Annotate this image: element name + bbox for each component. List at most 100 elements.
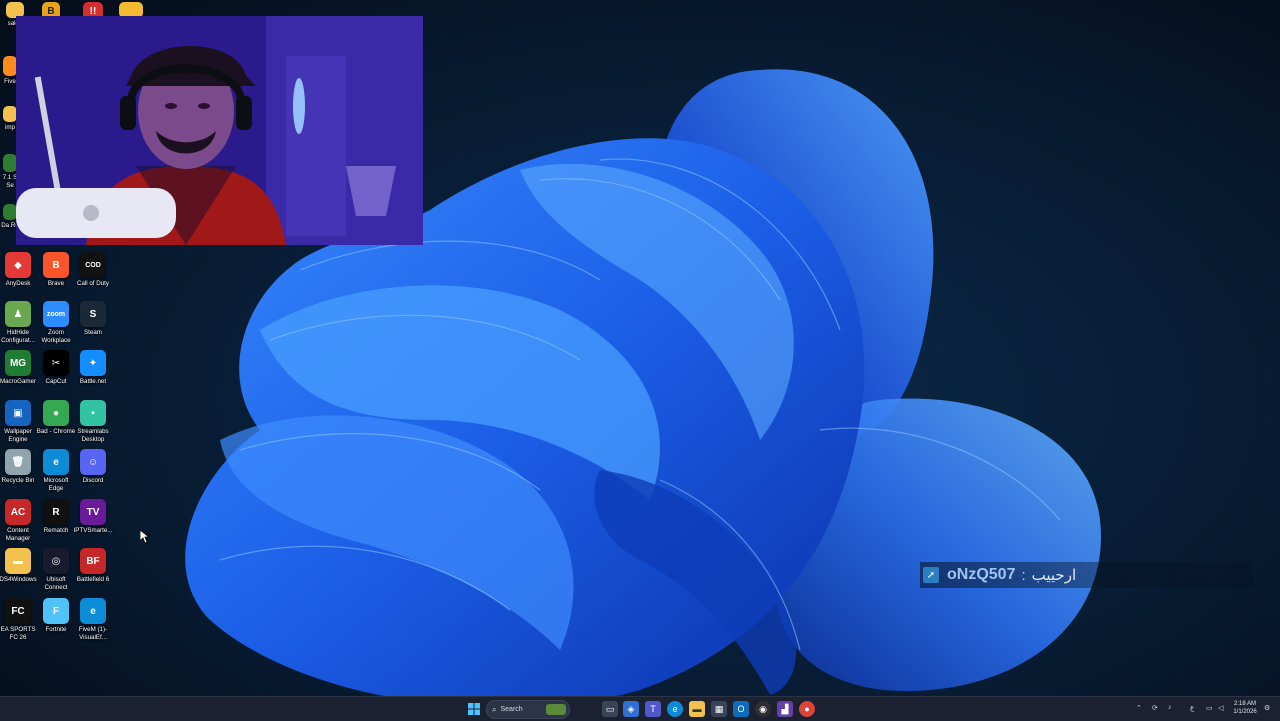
desktop-icon[interactable]: ▬ DS4Windows (0, 548, 38, 584)
desktop-icon[interactable]: FC EA SPORTS FC 26 (0, 598, 38, 641)
desktop-icon[interactable]: e FiveM (1)-VisualEf... (73, 598, 113, 641)
desktop-icon[interactable]: ◎ Ubisoft Connect (36, 548, 76, 591)
app-icon (3, 154, 17, 172)
steam-icon: S (80, 301, 106, 327)
desktop-icon[interactable]: ▪ Streamlabs Desktop (73, 400, 113, 443)
desktop-icon-label: Zoom Workplace (41, 329, 71, 344)
chat-badge-icon: ➚ (923, 567, 939, 583)
desktop-icon[interactable]: ▣ Wallpaper Engine (0, 400, 38, 443)
desktop-icon-label: DS4Windows (0, 576, 37, 583)
ea-fc-icon: FC (5, 598, 31, 624)
desktop-icon[interactable]: ✂ CapCut (36, 350, 76, 386)
desktop-icon[interactable]: B Brave (36, 252, 76, 288)
discord-icon: ☺ (80, 449, 106, 475)
zoom-icon: zoom (43, 301, 69, 327)
chat-separator: : (1021, 566, 1026, 584)
task-view-button[interactable]: ▭ (602, 701, 618, 717)
desktop-icon[interactable]: TV IPTVSmarte... (73, 499, 113, 535)
wallpaper-engine-icon: ▣ (5, 400, 31, 426)
folder-icon: ▬ (5, 548, 31, 574)
desktop-icon-label: EA SPORTS FC 26 (0, 626, 36, 641)
desktop-icon[interactable]: COD Call of Duty (73, 252, 113, 288)
tray-volume-icon[interactable]: ◁ (1218, 704, 1223, 712)
desktop-icon-label: Microsoft Edge (43, 477, 69, 492)
macrogamer-icon: MG (5, 350, 31, 376)
desktop-icon-label: MacroGamer (0, 378, 37, 385)
taskbar-search-box[interactable]: ⌕ Search (486, 700, 570, 719)
desktop-icon[interactable]: BF Battlefield 6 (73, 548, 113, 584)
chat-message-text: ارحييب (1031, 566, 1077, 584)
desktop-icon-label: CapCut (45, 378, 67, 385)
desktop-icon[interactable]: AC Content Manager (0, 499, 38, 542)
file-explorer-button[interactable]: ▬ (689, 701, 705, 717)
edge-icon: e (43, 449, 69, 475)
hidhide-icon: ♟ (5, 301, 31, 327)
search-highlight-icon (546, 704, 566, 715)
desktop-icon-label: Rematch (43, 527, 69, 534)
desktop-icon[interactable]: F Fortnite (36, 598, 76, 634)
file-explorer-icon: ▬ (692, 704, 702, 714)
desktop-icon-label: Ubisoft Connect (44, 576, 68, 591)
recycle-bin-icon: 🗑 (5, 449, 31, 475)
webcam-feed (16, 16, 423, 245)
obs-button[interactable]: ◉ (755, 701, 771, 717)
mouse-cursor-icon (140, 530, 150, 544)
clock-date: 1/1/2026 (1233, 709, 1257, 715)
desktop-icon[interactable]: S Steam (73, 301, 113, 337)
desktop-icon[interactable]: ● Bad - Chrome (36, 400, 76, 436)
search-placeholder: Search (500, 706, 523, 713)
desktop-icon[interactable]: ♟ HidHide Configurat... (0, 301, 38, 344)
desktop-icon[interactable]: ✦ Battle.net (73, 350, 113, 386)
tray-network-icon[interactable]: ▭ (1206, 704, 1213, 712)
teams-button[interactable]: T (645, 701, 661, 717)
edge-icon: e (672, 704, 678, 714)
store-icon: ▦ (714, 703, 724, 714)
twitch-button[interactable]: ▟ (777, 701, 793, 717)
teams-icon: T (650, 704, 656, 714)
start-button[interactable] (466, 701, 482, 717)
desktop-icon[interactable]: ◆ AnyDesk (0, 252, 38, 288)
chrome-icon: ● (804, 704, 810, 714)
webcam-overlay (16, 16, 423, 245)
app-icon (3, 204, 17, 220)
desktop-icon[interactable]: ☺ Discord (73, 449, 113, 485)
tray-mic-icon[interactable]: ♪ (1168, 704, 1172, 711)
stream-chat-message: ➚ oNzQ507 : ارحييب (920, 562, 1254, 588)
iptv-icon: TV (80, 499, 106, 525)
desktop-icon[interactable]: 🗑 Recycle Bin (0, 449, 38, 485)
desktop-icon[interactable]: e Microsoft Edge (36, 449, 76, 492)
clock-time: 2:18 AM (1233, 701, 1256, 707)
folder-icon (3, 106, 17, 122)
taskbar-clock[interactable]: 2:18 AM 1/1/2026 (1228, 700, 1262, 716)
desktop-icon[interactable]: zoom Zoom Workplace (36, 301, 76, 344)
outlook-button[interactable]: O (733, 701, 749, 717)
desktop-icon-label: Wallpaper Engine (4, 428, 32, 443)
tray-sync-icon[interactable]: ⟳ (1152, 704, 1158, 712)
chat-username: oNzQ507 (947, 566, 1016, 583)
settings-icon[interactable]: ⚙ (1264, 704, 1270, 712)
fortnite-icon: F (43, 598, 69, 624)
outlook-icon: O (737, 704, 745, 714)
taskbar: ⌕ Search ▭ ◈ T e ▬ ▦ O ◉ ▟ ● ⌃ ⟳ ♪ ع ▭ ◁… (0, 696, 1280, 721)
desktop-icon-label: Call of Duty (77, 280, 109, 287)
desktop-icon-label: IPTVSmarte... (73, 527, 113, 534)
desktop-icon-label: Steam (84, 329, 102, 336)
desktop-icon-label: Discord (82, 477, 104, 484)
windows-logo-icon (468, 703, 480, 715)
desktop-icon-label: Content Manager (5, 527, 31, 542)
desktop-icon-label: AnyDesk (5, 280, 31, 287)
content-manager-icon: AC (5, 499, 31, 525)
desktop-icon[interactable]: MG MacroGamer (0, 350, 38, 386)
capcut-icon: ✂ (43, 350, 69, 376)
chrome-taskbar-button[interactable]: ● (799, 701, 815, 717)
obs-icon: ◉ (759, 703, 767, 714)
rematch-icon: R (43, 499, 69, 525)
desktop-icon-label: Battlefield 6 (76, 576, 110, 583)
edge-taskbar-button[interactable]: e (667, 701, 683, 717)
copilot-button[interactable]: ◈ (623, 701, 639, 717)
tray-keyboard-icon[interactable]: ع (1190, 704, 1194, 712)
battlenet-icon: ✦ (80, 350, 106, 376)
desktop-icon[interactable]: R Rematch (36, 499, 76, 535)
store-button[interactable]: ▦ (711, 701, 727, 717)
tray-chevron-icon[interactable]: ⌃ (1136, 704, 1142, 712)
